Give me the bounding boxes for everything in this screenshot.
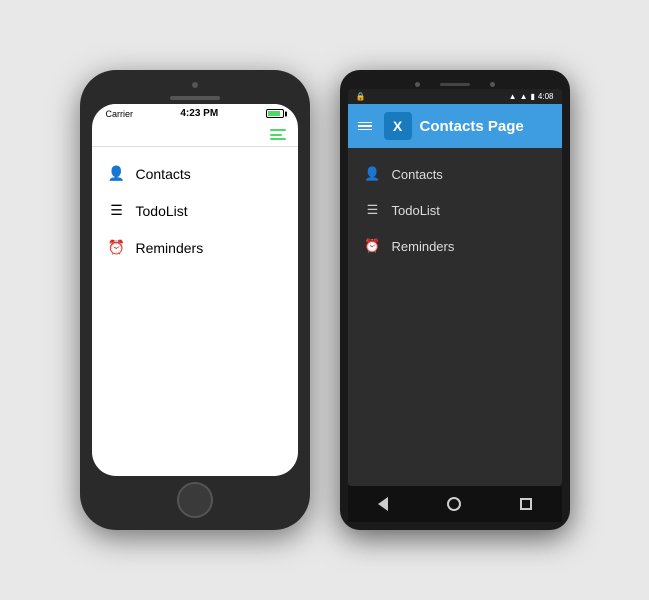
android-menu-item-reminders[interactable]: ⏰ Reminders — [348, 228, 562, 264]
android-menu-item-contacts[interactable]: 👤 Contacts — [348, 156, 562, 192]
ios-menu-item-todolist[interactable]: ☰ TodoList — [92, 192, 298, 229]
ios-time: 4:23 PM — [180, 108, 218, 119]
android-recent-button[interactable] — [516, 494, 536, 514]
android-menu-list: 👤 Contacts ☰ TodoList ⏰ Reminders — [348, 148, 562, 272]
ios-menu-list: 👤 Contacts ☰ TodoList ⏰ Reminders — [92, 147, 298, 274]
android-app-title: Contacts Page — [420, 118, 524, 135]
ios-status-bar: Carrier 4:23 PM — [92, 104, 298, 123]
ios-menu-item-contacts[interactable]: 👤 Contacts — [92, 155, 298, 192]
android-camera — [415, 82, 420, 87]
reminders-icon: ⏰ — [108, 239, 126, 256]
android-sensor — [490, 82, 495, 87]
android-top-bar — [348, 78, 562, 89]
ios-home-button[interactable] — [177, 482, 213, 518]
android-status-bar: 🔒 ▲ ▲ ▮ 4:08 — [348, 89, 562, 104]
android-phone: 🔒 ▲ ▲ ▮ 4:08 X Contacts Page 👤 Contacts — [340, 70, 570, 530]
android-menu-item-todolist[interactable]: ☰ TodoList — [348, 192, 562, 228]
android-app-logo: X — [384, 112, 412, 140]
android-home-button[interactable] — [444, 494, 464, 514]
ios-menu-item-reminders[interactable]: ⏰ Reminders — [92, 229, 298, 266]
ios-speaker — [170, 96, 220, 100]
android-status-lock: 🔒 — [356, 92, 366, 101]
ios-todolist-label: TodoList — [136, 203, 188, 219]
ios-hamburger-icon[interactable] — [270, 129, 286, 140]
android-todolist-icon: ☰ — [364, 202, 382, 218]
android-hamburger-icon[interactable] — [358, 122, 372, 131]
android-status-icons: ▲ ▲ ▮ 4:08 — [509, 92, 554, 101]
android-contacts-icon: 👤 — [364, 166, 382, 182]
android-todolist-label: TodoList — [392, 203, 440, 218]
android-time: 4:08 — [538, 92, 554, 101]
android-app-bar: X Contacts Page — [348, 104, 562, 148]
ios-nav-bar — [92, 123, 298, 147]
ios-phone: Carrier 4:23 PM 👤 Contacts ☰ TodoLis — [80, 70, 310, 530]
ios-camera — [192, 82, 198, 88]
android-battery-icon: ▮ — [531, 92, 535, 101]
ios-battery-icon — [266, 109, 284, 118]
ios-carrier: Carrier — [106, 109, 134, 119]
android-screen: 🔒 ▲ ▲ ▮ 4:08 X Contacts Page 👤 Contacts — [348, 89, 562, 486]
ios-battery-area — [266, 109, 284, 118]
android-speaker — [440, 83, 470, 86]
ios-contacts-label: Contacts — [136, 166, 191, 182]
ios-screen: Carrier 4:23 PM 👤 Contacts ☰ TodoLis — [92, 104, 298, 476]
android-back-button[interactable] — [373, 494, 393, 514]
android-nav-bar — [348, 486, 562, 522]
android-contacts-label: Contacts — [392, 167, 443, 182]
todolist-icon: ☰ — [108, 202, 126, 219]
ios-reminders-label: Reminders — [136, 240, 204, 256]
android-reminders-label: Reminders — [392, 239, 455, 254]
contacts-icon: 👤 — [108, 165, 126, 182]
android-reminders-icon: ⏰ — [364, 238, 382, 254]
android-signal-icon: ▲ — [509, 92, 517, 101]
android-wifi-icon: ▲ — [520, 92, 528, 101]
